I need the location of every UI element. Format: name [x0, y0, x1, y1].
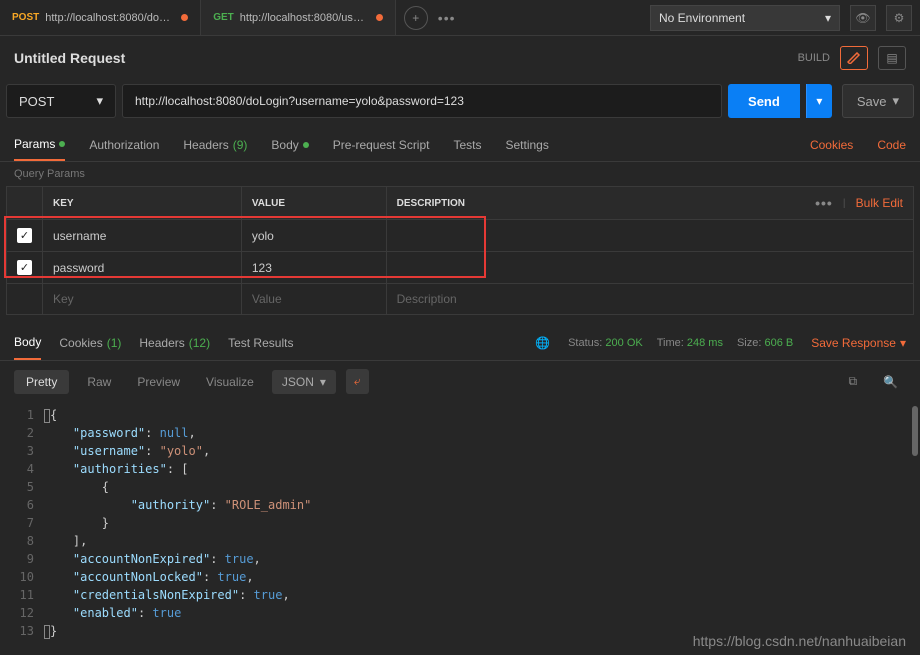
method-badge-post: POST — [12, 12, 39, 23]
environment-quicklook-button[interactable]: 👁 — [850, 5, 876, 31]
col-description: DESCRIPTION ••• | Bulk Edit — [386, 187, 913, 220]
view-pretty[interactable]: Pretty — [14, 370, 69, 394]
code-lines: { "password": null, "username": "yolo", … — [44, 406, 920, 640]
resp-tab-headers[interactable]: Headers (12) — [139, 325, 210, 360]
col-key: KEY — [43, 187, 242, 220]
chevron-down-icon: ▾ — [320, 375, 326, 389]
dirty-indicator-icon — [376, 14, 383, 21]
format-select[interactable]: JSON ▾ — [272, 370, 336, 394]
param-key-cell[interactable]: username — [43, 220, 242, 252]
resp-tab-body[interactable]: Body — [14, 325, 41, 360]
method-select[interactable]: POST ▾ — [6, 84, 116, 118]
param-value-cell[interactable]: 123 — [241, 252, 386, 284]
send-split-button[interactable]: ▾ — [806, 84, 832, 118]
table-row[interactable]: ✓ password 123 — [7, 252, 914, 284]
tab-settings[interactable]: Settings — [506, 128, 549, 161]
toggle-pane-button[interactable] — [840, 46, 868, 70]
wrap-icon: ⤶ — [354, 374, 361, 388]
network-icon[interactable]: 🌐 — [535, 336, 550, 350]
url-input[interactable] — [122, 84, 722, 118]
response-tabs: Body Cookies (1) Headers (12) Test Resul… — [0, 325, 920, 361]
chevron-down-icon: ▾ — [96, 93, 103, 109]
chevron-down-icon: ▾ — [900, 336, 906, 350]
param-key-placeholder[interactable]: Key — [43, 284, 242, 315]
sliders-icon: ⚙ — [894, 11, 905, 25]
tab-authorization[interactable]: Authorization — [89, 128, 159, 161]
search-icon: 🔍 — [883, 375, 898, 389]
param-desc-placeholder[interactable]: Description — [386, 284, 913, 315]
environment-label: No Environment — [659, 11, 745, 25]
col-value: VALUE — [241, 187, 386, 220]
tabs-overflow-button[interactable]: ••• — [438, 10, 456, 26]
tab-prerequest[interactable]: Pre-request Script — [333, 128, 430, 161]
method-label: POST — [19, 94, 54, 109]
row-checkbox[interactable]: ✓ — [17, 260, 32, 275]
table-row-new[interactable]: Key Value Description — [7, 284, 914, 315]
wrap-lines-button[interactable]: ⤶ — [346, 369, 369, 394]
method-badge-get: GET — [213, 12, 234, 23]
active-dot-icon — [303, 142, 309, 148]
param-desc-cell[interactable] — [386, 220, 913, 252]
tab-url: http://localhost:8080/user/hello — [240, 12, 370, 24]
tab-headers[interactable]: Headers (9) — [183, 128, 247, 161]
pencil-icon — [847, 52, 861, 64]
request-name[interactable]: Untitled Request — [14, 50, 125, 66]
param-key-cell[interactable]: password — [43, 252, 242, 284]
chevron-down-icon: ▾ — [816, 94, 822, 108]
request-tab-1[interactable]: POST http://localhost:8080/doLogin... — [0, 0, 201, 35]
query-params-header: Query Params — [0, 162, 920, 186]
copy-icon: ⧉ — [848, 374, 857, 388]
param-desc-cell[interactable] — [386, 252, 913, 284]
active-dot-icon — [59, 141, 65, 147]
save-button[interactable]: Save ▾ — [842, 84, 914, 118]
response-meta: Status: 200 OK Time: 248 ms Size: 606 B — [568, 337, 793, 349]
eye-icon: 👁 — [855, 11, 870, 25]
pretty-bar: Pretty Raw Preview Visualize JSON ▾ ⤶ ⧉ … — [0, 361, 920, 402]
resp-tab-cookies[interactable]: Cookies (1) — [59, 325, 121, 360]
column-options-button[interactable]: ••• — [815, 195, 833, 211]
comments-button[interactable]: ▤ — [878, 46, 906, 70]
tab-params[interactable]: Params — [14, 128, 65, 161]
new-tab-button[interactable]: + — [404, 6, 428, 30]
title-row: Untitled Request BUILD ▤ — [0, 36, 920, 80]
build-link[interactable]: BUILD — [798, 52, 830, 64]
bulk-edit-link[interactable]: Bulk Edit — [856, 196, 903, 210]
comment-icon: ▤ — [886, 51, 897, 65]
row-checkbox[interactable]: ✓ — [17, 228, 32, 243]
tabs-bar: POST http://localhost:8080/doLogin... GE… — [0, 0, 920, 36]
resp-tab-test-results[interactable]: Test Results — [228, 325, 293, 360]
param-value-placeholder[interactable]: Value — [241, 284, 386, 315]
view-visualize[interactable]: Visualize — [198, 370, 262, 394]
view-raw[interactable]: Raw — [79, 370, 119, 394]
checkbox-header — [7, 187, 43, 220]
chevron-down-icon: ▾ — [892, 93, 899, 109]
tab-url: http://localhost:8080/doLogin... — [45, 12, 175, 24]
environment-select[interactable]: No Environment ▾ — [650, 5, 840, 31]
settings-icon-button[interactable]: ⚙ — [886, 5, 912, 31]
response-body[interactable]: 12345678910111213 { "password": null, "u… — [0, 402, 920, 644]
url-bar: POST ▾ Send ▾ Save ▾ — [0, 80, 920, 128]
tab-tests[interactable]: Tests — [453, 128, 481, 161]
save-label: Save — [857, 94, 887, 109]
chevron-down-icon: ▾ — [825, 11, 831, 25]
cookies-link[interactable]: Cookies — [810, 138, 853, 152]
send-button[interactable]: Send — [728, 84, 800, 118]
scrollbar-thumb[interactable] — [912, 406, 918, 456]
watermark: https://blog.csdn.net/nanhuaibeian — [693, 633, 906, 649]
code-link[interactable]: Code — [877, 138, 906, 152]
dirty-indicator-icon — [181, 14, 188, 21]
table-row[interactable]: ✓ username yolo — [7, 220, 914, 252]
save-response-button[interactable]: Save Response — [811, 336, 896, 350]
view-preview[interactable]: Preview — [129, 370, 188, 394]
request-tab-2[interactable]: GET http://localhost:8080/user/hello — [201, 0, 396, 35]
tab-body[interactable]: Body — [271, 128, 308, 161]
line-gutter: 12345678910111213 — [0, 406, 44, 640]
search-response-button[interactable]: 🔍 — [875, 370, 906, 394]
param-value-cell[interactable]: yolo — [241, 220, 386, 252]
params-table: KEY VALUE DESCRIPTION ••• | Bulk Edit ✓ … — [6, 186, 914, 315]
request-tabs: Params Authorization Headers (9) Body Pr… — [0, 128, 920, 162]
copy-response-button[interactable]: ⧉ — [840, 369, 865, 394]
